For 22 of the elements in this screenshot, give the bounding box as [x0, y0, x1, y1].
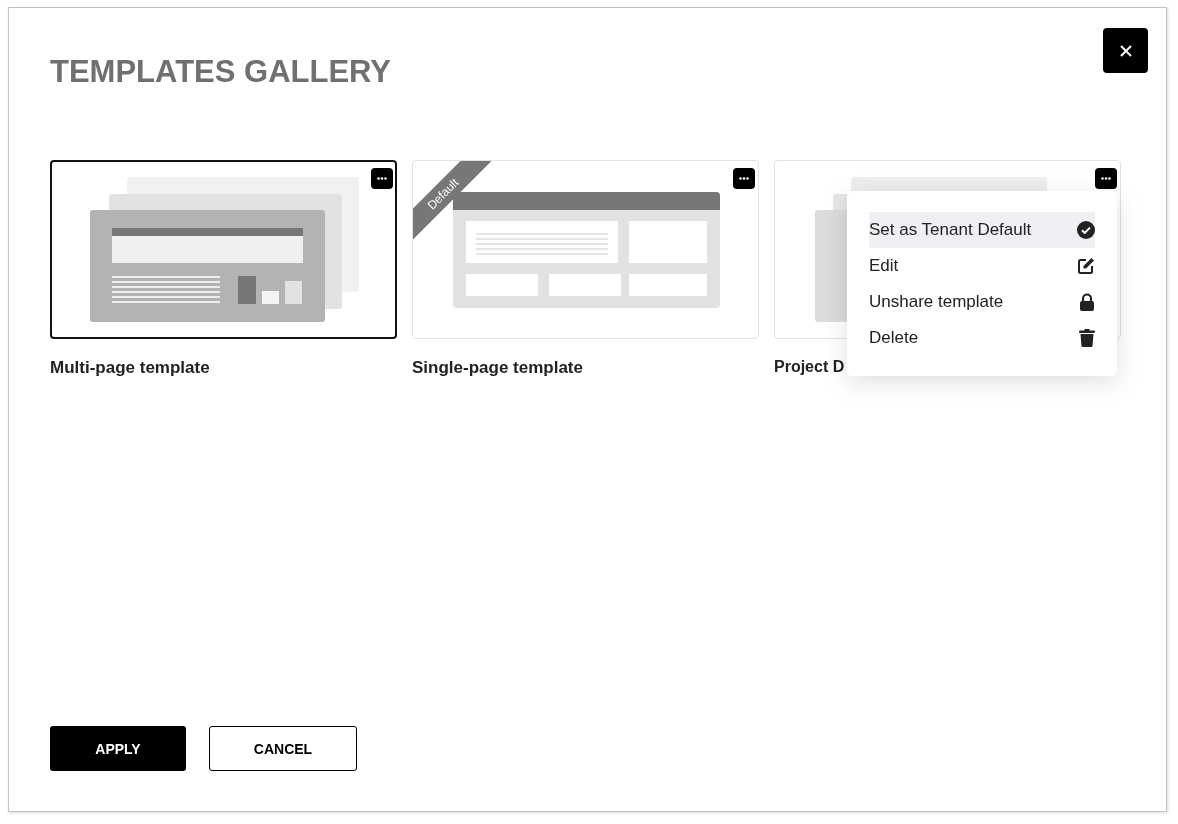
- menu-item[interactable]: Set as Tenant Default: [869, 212, 1095, 248]
- template-name: Single-page template: [412, 358, 584, 378]
- ellipsis-icon: [739, 177, 749, 180]
- menu-item[interactable]: Edit: [869, 248, 1095, 284]
- more-options-button[interactable]: [371, 168, 393, 189]
- template-name: Project D: [774, 358, 846, 376]
- dialog-title: TEMPLATES GALLERY: [50, 54, 391, 90]
- close-button[interactable]: [1103, 28, 1148, 73]
- more-options-button[interactable]: [1095, 168, 1117, 189]
- edit-icon: [1077, 257, 1095, 275]
- lock-icon: [1079, 293, 1095, 311]
- cancel-button[interactable]: CANCEL: [209, 726, 357, 771]
- more-options-button[interactable]: [733, 168, 755, 189]
- menu-item[interactable]: Delete: [869, 320, 1095, 356]
- apply-button[interactable]: APPLY: [50, 726, 186, 771]
- ellipsis-icon: [377, 177, 387, 180]
- check-circle-icon: [1077, 221, 1095, 239]
- menu-item[interactable]: Unshare template: [869, 284, 1095, 320]
- template-name: Multi-page template: [50, 358, 211, 378]
- close-icon: [1119, 44, 1132, 57]
- trash-icon: [1079, 329, 1095, 347]
- ellipsis-icon: [1101, 177, 1111, 180]
